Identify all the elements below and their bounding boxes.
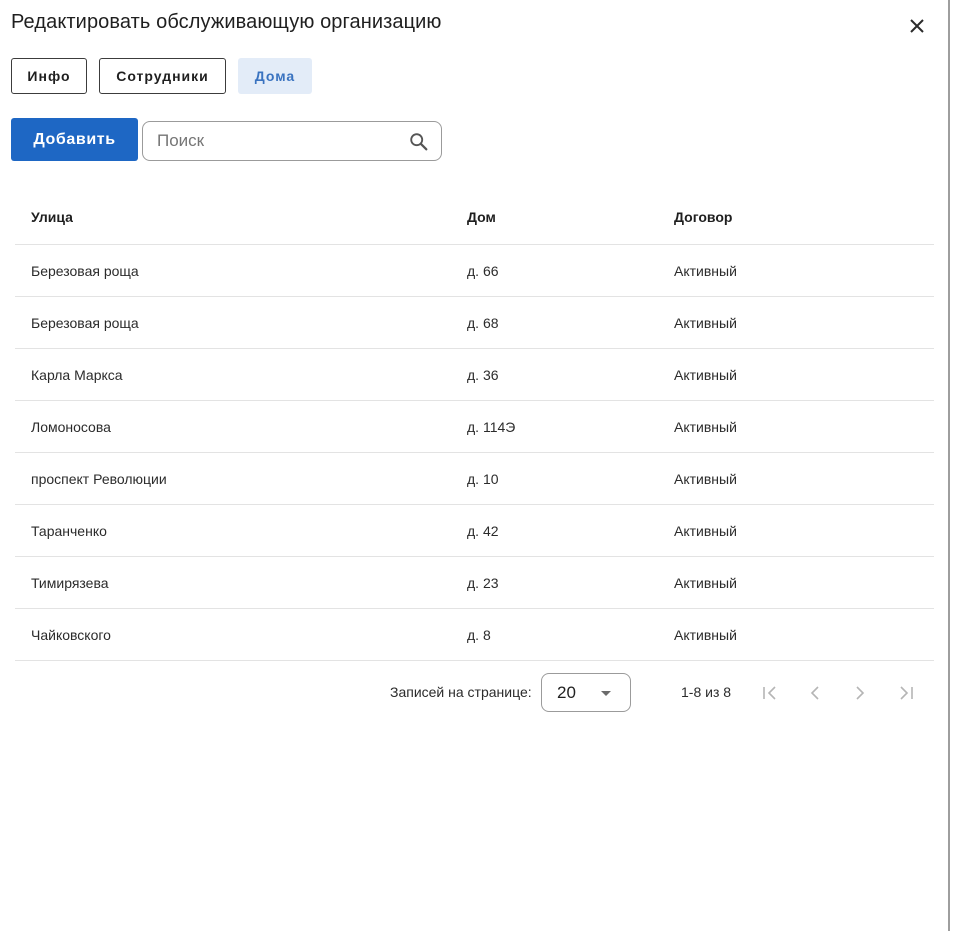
- table-header: Улица Дом Договор: [15, 190, 934, 245]
- street-cell: Чайковского: [31, 626, 111, 643]
- street-cell: Карла Маркса: [31, 366, 123, 383]
- search-icon[interactable]: [408, 131, 430, 153]
- table-row[interactable]: Березовая роща д. 66 Активный: [15, 245, 934, 297]
- search-input[interactable]: [157, 122, 397, 160]
- column-header-street[interactable]: Улица: [31, 190, 73, 244]
- houses-table: Улица Дом Договор Березовая роща д. 66 А…: [15, 190, 934, 661]
- table-row[interactable]: Ломоносова д. 114Э Активный: [15, 401, 934, 453]
- rows-per-page-select[interactable]: 20: [541, 673, 631, 712]
- tabs-bar: Инфо Сотрудники Дома: [11, 58, 312, 94]
- rows-per-page-label: Записей на странице:: [390, 684, 532, 700]
- house-cell: д. 68: [467, 314, 499, 331]
- last-page-icon[interactable]: [895, 682, 917, 704]
- pagination: Записей на странице: 20 1-8 из 8: [0, 673, 948, 713]
- column-header-house[interactable]: Дом: [467, 190, 496, 244]
- table-row[interactable]: Чайковского д. 8 Активный: [15, 609, 934, 661]
- street-cell: Ломоносова: [31, 418, 111, 435]
- table-row[interactable]: Карла Маркса д. 36 Активный: [15, 349, 934, 401]
- add-button[interactable]: Добавить: [11, 118, 138, 161]
- close-button[interactable]: [903, 12, 931, 40]
- street-cell: Тимирязева: [31, 574, 109, 591]
- table-row[interactable]: Таранченко д. 42 Активный: [15, 505, 934, 557]
- house-cell: д. 66: [467, 262, 499, 279]
- table-row[interactable]: Березовая роща д. 68 Активный: [15, 297, 934, 349]
- contract-cell: Активный: [674, 314, 737, 331]
- contract-cell: Активный: [674, 366, 737, 383]
- first-page-icon[interactable]: [759, 682, 781, 704]
- tab-employees[interactable]: Сотрудники: [99, 58, 226, 94]
- house-cell: д. 23: [467, 574, 499, 591]
- window-edge: [948, 0, 950, 931]
- prev-page-icon[interactable]: [804, 682, 826, 704]
- street-cell: Березовая роща: [31, 262, 139, 279]
- chevron-down-icon: [601, 691, 611, 696]
- contract-cell: Активный: [674, 522, 737, 539]
- street-cell: Березовая роща: [31, 314, 139, 331]
- house-cell: д. 10: [467, 470, 499, 487]
- contract-cell: Активный: [674, 626, 737, 643]
- contract-cell: Активный: [674, 262, 737, 279]
- house-cell: д. 114Э: [467, 418, 516, 435]
- house-cell: д. 36: [467, 366, 499, 383]
- contract-cell: Активный: [674, 418, 737, 435]
- tab-houses[interactable]: Дома: [238, 58, 312, 94]
- dialog-title: Редактировать обслуживающую организацию: [11, 11, 442, 33]
- table-row[interactable]: проспект Революции д. 10 Активный: [15, 453, 934, 505]
- close-icon[interactable]: [910, 19, 924, 33]
- street-cell: Таранченко: [31, 522, 107, 539]
- street-cell: проспект Революции: [31, 470, 167, 487]
- next-page-icon[interactable]: [849, 682, 871, 704]
- rows-per-page-value: 20: [557, 683, 576, 702]
- edit-organization-dialog: Редактировать обслуживающую организацию …: [0, 0, 948, 931]
- table-row[interactable]: Тимирязева д. 23 Активный: [15, 557, 934, 609]
- house-cell: д. 42: [467, 522, 499, 539]
- contract-cell: Активный: [674, 574, 737, 591]
- contract-cell: Активный: [674, 470, 737, 487]
- column-header-contract[interactable]: Договор: [674, 190, 732, 244]
- search-field[interactable]: [142, 121, 442, 161]
- pagination-range: 1-8 из 8: [681, 684, 732, 700]
- house-cell: д. 8: [467, 626, 491, 643]
- tab-info[interactable]: Инфо: [11, 58, 87, 94]
